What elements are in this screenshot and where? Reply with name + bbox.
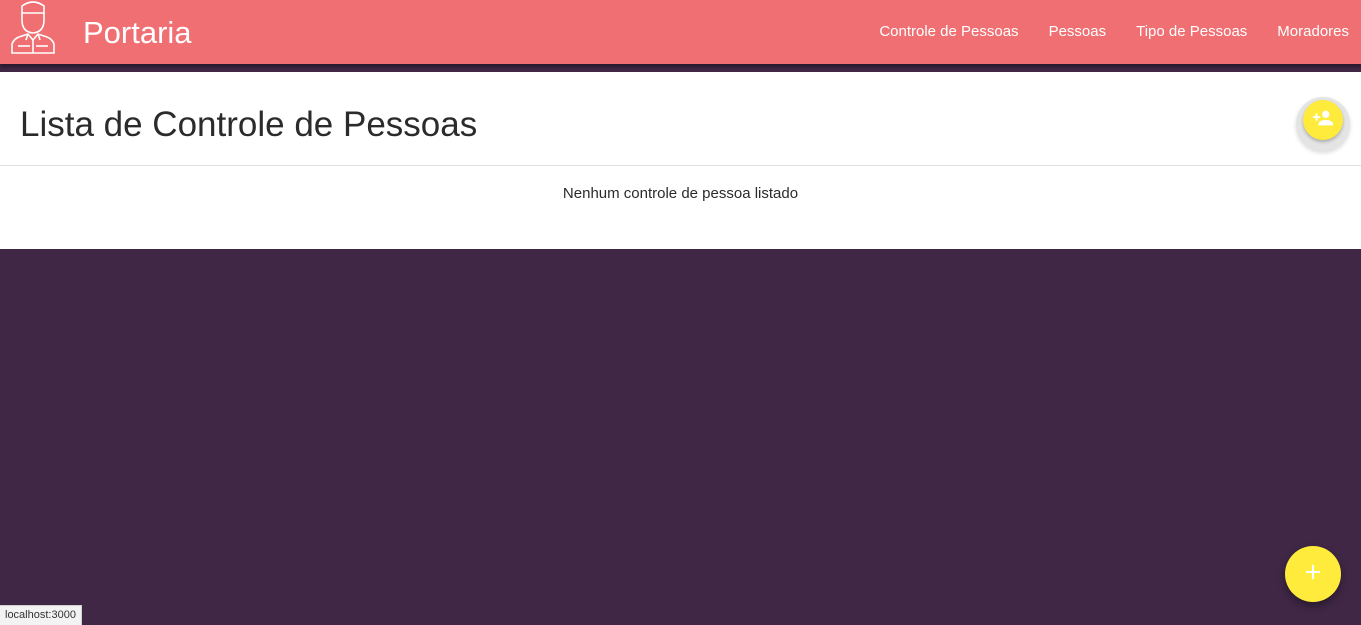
add-fab-button[interactable] <box>1285 546 1341 602</box>
nav-links: Controle de Pessoas Pessoas Tipo de Pess… <box>864 0 1361 64</box>
empty-message: Nenhum controle de pessoa listado <box>562 185 799 202</box>
status-bar-url: localhost:3000 <box>0 605 82 625</box>
nav-link-controle-de-pessoas[interactable]: Controle de Pessoas <box>864 0 1033 64</box>
navbar: Portaria Controle de Pessoas Pessoas Tip… <box>0 0 1361 64</box>
list-card: Lista de Controle de Pessoas Nenhum cont… <box>0 72 1361 249</box>
add-person-button-inner[interactable] <box>1303 100 1343 140</box>
person-add-icon <box>1312 107 1334 134</box>
plus-icon <box>1304 563 1322 586</box>
doorman-icon[interactable] <box>10 0 56 56</box>
nav-link-tipo-de-pessoas[interactable]: Tipo de Pessoas <box>1121 0 1262 64</box>
nav-link-moradores[interactable]: Moradores <box>1262 0 1361 64</box>
brand-title[interactable]: Portaria <box>83 14 192 52</box>
page-title: Lista de Controle de Pessoas <box>20 105 478 144</box>
add-person-button[interactable] <box>1296 97 1350 151</box>
card-header: Lista de Controle de Pessoas <box>0 72 1361 166</box>
nav-link-pessoas[interactable]: Pessoas <box>1034 0 1122 64</box>
